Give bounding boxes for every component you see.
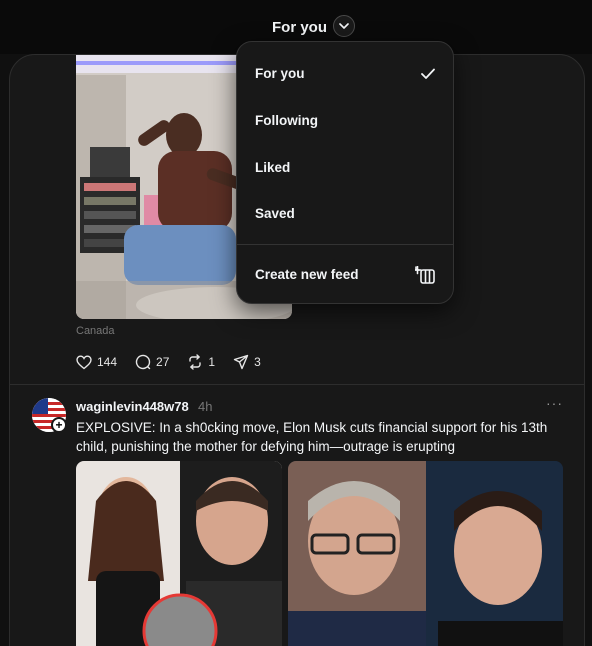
reply-button[interactable]: 27 — [135, 354, 169, 370]
send-icon — [233, 354, 249, 370]
repost-button[interactable]: 1 — [187, 354, 215, 370]
menu-item-label: Saved — [255, 206, 295, 221]
post-divider — [10, 384, 584, 385]
repost-icon — [189, 354, 202, 370]
share-count: 3 — [254, 355, 261, 369]
menu-item-label: Create new feed — [255, 267, 359, 282]
post-image-graphic — [288, 461, 563, 646]
repost-count: 1 — [208, 355, 216, 369]
feed-switcher-button[interactable] — [333, 15, 355, 37]
add-feed-icon — [415, 266, 435, 284]
follow-plus-icon[interactable]: + — [51, 417, 67, 433]
post-image[interactable] — [288, 461, 563, 646]
reply-count: 27 — [156, 355, 170, 369]
menu-item-label: For you — [255, 66, 305, 81]
post-timestamp[interactable]: 4h — [198, 399, 212, 414]
like-count: 144 — [97, 355, 118, 369]
menu-item-label: Liked — [255, 160, 291, 175]
post-username[interactable]: waginlevin448w78 — [76, 399, 189, 414]
more-options-icon[interactable]: ··· — [546, 395, 563, 411]
menu-item-for-you[interactable]: For you — [237, 54, 453, 94]
post-text: EXPLOSIVE: In a sh0cking move, Elon Musk… — [76, 420, 548, 454]
chevron-down-icon — [339, 23, 349, 29]
menu-item-label: Following — [255, 113, 318, 128]
post-location[interactable]: Canada — [76, 325, 115, 337]
like-button[interactable]: 144 — [76, 354, 118, 370]
menu-item-following[interactable]: Following — [237, 101, 453, 141]
menu-item-saved[interactable]: Saved — [237, 194, 453, 234]
heart-icon — [76, 354, 92, 369]
feed-menu: For you Following Liked Saved Create new… — [236, 41, 454, 304]
share-button[interactable]: 3 — [233, 354, 261, 370]
post-image-graphic — [76, 461, 282, 646]
menu-item-liked[interactable]: Liked — [237, 148, 453, 188]
post-image[interactable] — [76, 461, 282, 646]
feed-title[interactable]: For you — [272, 19, 327, 36]
menu-item-create-feed[interactable]: Create new feed — [237, 255, 453, 295]
check-icon — [421, 68, 435, 79]
post-actions: 144 27 1 3 — [76, 352, 279, 372]
menu-divider — [237, 244, 453, 245]
comment-icon — [135, 354, 151, 370]
